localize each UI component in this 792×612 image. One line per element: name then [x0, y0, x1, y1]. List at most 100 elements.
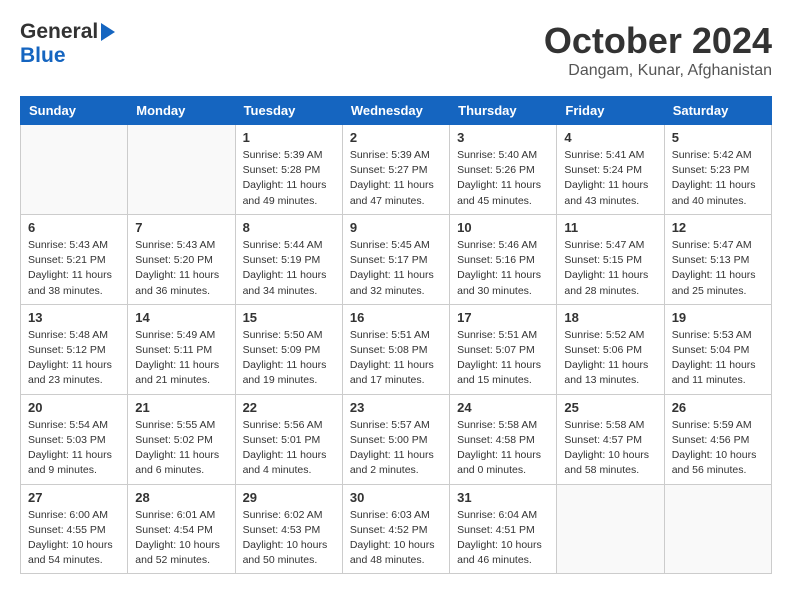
cell-info: Sunrise: 6:00 AM Sunset: 4:55 PM Dayligh… — [28, 508, 120, 569]
day-number: 22 — [243, 400, 335, 415]
cell-info: Sunrise: 5:55 AM Sunset: 5:02 PM Dayligh… — [135, 418, 227, 479]
calendar-week-row: 1 Sunrise: 5:39 AM Sunset: 5:28 PM Daylig… — [21, 125, 772, 215]
calendar-week-row: 13 Sunrise: 5:48 AM Sunset: 5:12 PM Dayli… — [21, 304, 772, 394]
day-number: 28 — [135, 490, 227, 505]
day-header-saturday: Saturday — [664, 97, 771, 125]
day-number: 21 — [135, 400, 227, 415]
day-header-monday: Monday — [128, 97, 235, 125]
calendar-cell: 4 Sunrise: 5:41 AM Sunset: 5:24 PM Daylig… — [557, 125, 664, 215]
day-number: 6 — [28, 220, 120, 235]
day-number: 20 — [28, 400, 120, 415]
cell-info: Sunrise: 5:58 AM Sunset: 4:58 PM Dayligh… — [457, 418, 549, 479]
calendar-cell: 15Sunrise: 5:50 AM Sunset: 5:09 PM Dayli… — [235, 304, 342, 394]
day-number: 4 — [564, 130, 656, 145]
day-number: 19 — [672, 310, 764, 325]
cell-info: Sunrise: 5:52 AM Sunset: 5:06 PM Dayligh… — [564, 328, 656, 389]
calendar-cell: 2Sunrise: 5:39 AM Sunset: 5:27 PM Daylig… — [342, 125, 449, 215]
month-title: October 2024 — [544, 20, 772, 62]
calendar-cell — [128, 125, 235, 215]
day-header-friday: Friday — [557, 97, 664, 125]
cell-info: Sunrise: 5:48 AM Sunset: 5:12 PM Dayligh… — [28, 328, 120, 389]
calendar-cell: 29 Sunrise: 6:02 AM Sunset: 4:53 PM Dayli… — [235, 484, 342, 574]
cell-info: Sunrise: 5:45 AM Sunset: 5:17 PM Dayligh… — [350, 238, 442, 299]
cell-info: Sunrise: 6:01 AM Sunset: 4:54 PM Dayligh… — [135, 508, 227, 569]
day-number: 17 — [457, 310, 549, 325]
calendar-header-row: SundayMondayTuesdayWednesdayThursdayFrid… — [21, 97, 772, 125]
calendar-cell: 23Sunrise: 5:57 AM Sunset: 5:00 PM Dayli… — [342, 394, 449, 484]
day-number: 1 — [243, 130, 335, 145]
cell-info: Sunrise: 5:39 AM Sunset: 5:28 PM Dayligh… — [243, 148, 335, 209]
day-header-sunday: Sunday — [21, 97, 128, 125]
calendar-cell: 6 Sunrise: 5:43 AM Sunset: 5:21 PM Daylig… — [21, 214, 128, 304]
cell-info: Sunrise: 5:41 AM Sunset: 5:24 PM Dayligh… — [564, 148, 656, 209]
day-number: 16 — [350, 310, 442, 325]
day-number: 29 — [243, 490, 335, 505]
cell-info: Sunrise: 5:43 AM Sunset: 5:20 PM Dayligh… — [135, 238, 227, 299]
cell-info: Sunrise: 5:47 AM Sunset: 5:15 PM Dayligh… — [564, 238, 656, 299]
day-number: 25 — [564, 400, 656, 415]
calendar-cell: 19 Sunrise: 5:53 AM Sunset: 5:04 PM Dayli… — [664, 304, 771, 394]
day-number: 13 — [28, 310, 120, 325]
calendar-cell: 13 Sunrise: 5:48 AM Sunset: 5:12 PM Dayli… — [21, 304, 128, 394]
calendar-cell: 21 Sunrise: 5:55 AM Sunset: 5:02 PM Dayli… — [128, 394, 235, 484]
logo-arrow-icon — [101, 23, 115, 41]
cell-info: Sunrise: 5:40 AM Sunset: 5:26 PM Dayligh… — [457, 148, 549, 209]
day-number: 3 — [457, 130, 549, 145]
calendar-cell: 20 Sunrise: 5:54 AM Sunset: 5:03 PM Dayli… — [21, 394, 128, 484]
calendar-cell: 14Sunrise: 5:49 AM Sunset: 5:11 PM Dayli… — [128, 304, 235, 394]
day-number: 14 — [135, 310, 227, 325]
cell-info: Sunrise: 6:02 AM Sunset: 4:53 PM Dayligh… — [243, 508, 335, 569]
calendar-cell: 26 Sunrise: 5:59 AM Sunset: 4:56 PM Dayli… — [664, 394, 771, 484]
cell-info: Sunrise: 5:43 AM Sunset: 5:21 PM Dayligh… — [28, 238, 120, 299]
calendar-cell: 1 Sunrise: 5:39 AM Sunset: 5:28 PM Daylig… — [235, 125, 342, 215]
day-number: 24 — [457, 400, 549, 415]
calendar-week-row: 6 Sunrise: 5:43 AM Sunset: 5:21 PM Daylig… — [21, 214, 772, 304]
cell-info: Sunrise: 5:46 AM Sunset: 5:16 PM Dayligh… — [457, 238, 549, 299]
cell-info: Sunrise: 5:51 AM Sunset: 5:07 PM Dayligh… — [457, 328, 549, 389]
day-header-wednesday: Wednesday — [342, 97, 449, 125]
cell-info: Sunrise: 5:54 AM Sunset: 5:03 PM Dayligh… — [28, 418, 120, 479]
cell-info: Sunrise: 5:44 AM Sunset: 5:19 PM Dayligh… — [243, 238, 335, 299]
calendar-cell: 18 Sunrise: 5:52 AM Sunset: 5:06 PM Dayli… — [557, 304, 664, 394]
cell-info: Sunrise: 5:53 AM Sunset: 5:04 PM Dayligh… — [672, 328, 764, 389]
calendar-cell: 11 Sunrise: 5:47 AM Sunset: 5:15 PM Dayli… — [557, 214, 664, 304]
day-number: 18 — [564, 310, 656, 325]
calendar-cell: 8Sunrise: 5:44 AM Sunset: 5:19 PM Daylig… — [235, 214, 342, 304]
calendar-cell: 30Sunrise: 6:03 AM Sunset: 4:52 PM Dayli… — [342, 484, 449, 574]
day-number: 12 — [672, 220, 764, 235]
calendar-cell: 9Sunrise: 5:45 AM Sunset: 5:17 PM Daylig… — [342, 214, 449, 304]
day-number: 26 — [672, 400, 764, 415]
calendar-table: SundayMondayTuesdayWednesdayThursdayFrid… — [20, 96, 772, 574]
cell-info: Sunrise: 5:57 AM Sunset: 5:00 PM Dayligh… — [350, 418, 442, 479]
cell-info: Sunrise: 6:03 AM Sunset: 4:52 PM Dayligh… — [350, 508, 442, 569]
cell-info: Sunrise: 5:59 AM Sunset: 4:56 PM Dayligh… — [672, 418, 764, 479]
logo: General Blue — [20, 20, 115, 68]
day-number: 27 — [28, 490, 120, 505]
calendar-cell: 31Sunrise: 6:04 AM Sunset: 4:51 PM Dayli… — [450, 484, 557, 574]
day-number: 10 — [457, 220, 549, 235]
day-header-thursday: Thursday — [450, 97, 557, 125]
day-number: 7 — [135, 220, 227, 235]
calendar-cell: 27 Sunrise: 6:00 AM Sunset: 4:55 PM Dayli… — [21, 484, 128, 574]
calendar-cell: 5Sunrise: 5:42 AM Sunset: 5:23 PM Daylig… — [664, 125, 771, 215]
calendar-week-row: 27 Sunrise: 6:00 AM Sunset: 4:55 PM Dayli… — [21, 484, 772, 574]
calendar-cell: 22Sunrise: 5:56 AM Sunset: 5:01 PM Dayli… — [235, 394, 342, 484]
cell-info: Sunrise: 5:42 AM Sunset: 5:23 PM Dayligh… — [672, 148, 764, 209]
calendar-cell: 17 Sunrise: 5:51 AM Sunset: 5:07 PM Dayli… — [450, 304, 557, 394]
cell-info: Sunrise: 5:51 AM Sunset: 5:08 PM Dayligh… — [350, 328, 442, 389]
title-block: October 2024 Dangam, Kunar, Afghanistan — [544, 20, 772, 80]
day-header-tuesday: Tuesday — [235, 97, 342, 125]
calendar-cell: 24 Sunrise: 5:58 AM Sunset: 4:58 PM Dayli… — [450, 394, 557, 484]
calendar-cell: 10 Sunrise: 5:46 AM Sunset: 5:16 PM Dayli… — [450, 214, 557, 304]
day-number: 31 — [457, 490, 549, 505]
calendar-cell — [557, 484, 664, 574]
cell-info: Sunrise: 5:58 AM Sunset: 4:57 PM Dayligh… — [564, 418, 656, 479]
calendar-cell: 7 Sunrise: 5:43 AM Sunset: 5:20 PM Daylig… — [128, 214, 235, 304]
day-number: 11 — [564, 220, 656, 235]
calendar-cell: 16 Sunrise: 5:51 AM Sunset: 5:08 PM Dayli… — [342, 304, 449, 394]
calendar-cell: 12Sunrise: 5:47 AM Sunset: 5:13 PM Dayli… — [664, 214, 771, 304]
logo-blue-text: Blue — [20, 44, 66, 67]
location-title: Dangam, Kunar, Afghanistan — [544, 62, 772, 80]
page-header: General Blue October 2024 Dangam, Kunar,… — [20, 20, 772, 80]
calendar-cell: 28 Sunrise: 6:01 AM Sunset: 4:54 PM Dayli… — [128, 484, 235, 574]
